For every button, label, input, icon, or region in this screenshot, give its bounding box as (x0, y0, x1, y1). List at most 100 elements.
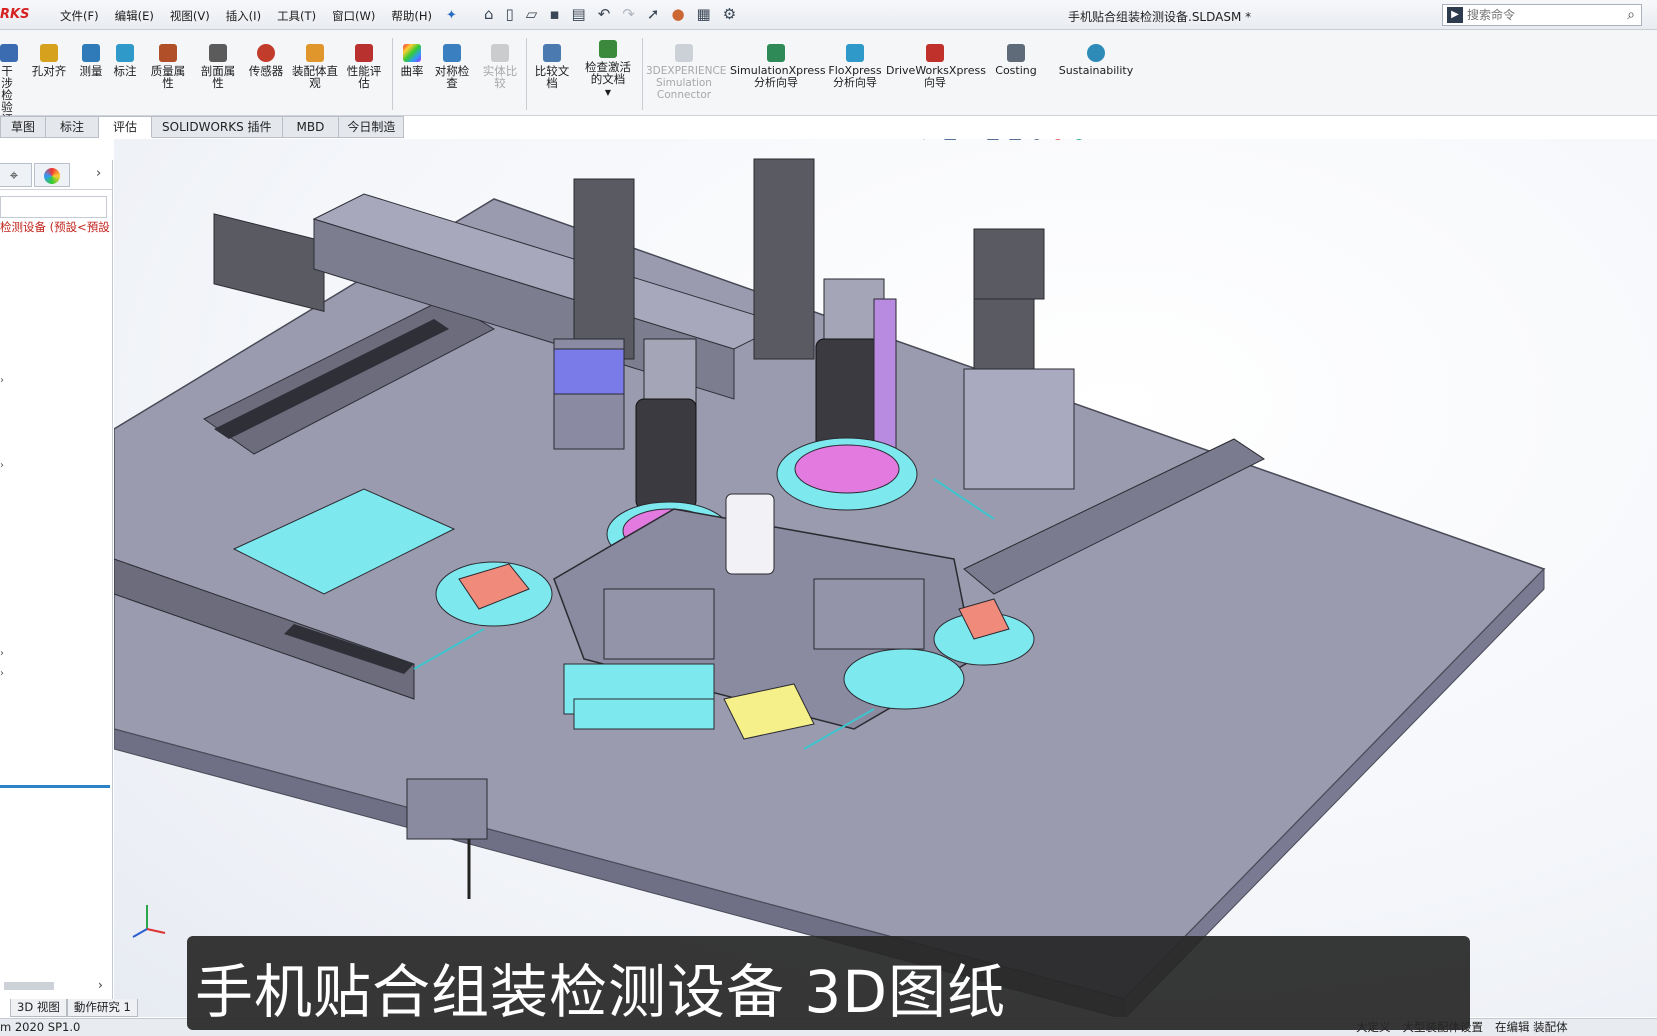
undo-icon[interactable]: ↶ (598, 5, 611, 23)
solidworks-window: RKS 文件(F) 编辑(E) 视图(V) 插入(I) 工具(T) 窗口(W) … (0, 0, 1657, 1036)
curvature-button[interactable]: 曲率 (396, 44, 428, 77)
sensor-icon (257, 44, 275, 62)
menu-insert[interactable]: 插入(I) (218, 8, 269, 24)
menu-help[interactable]: 帮助(H) (383, 8, 440, 24)
command-search-icon: ▶ (1447, 7, 1463, 23)
ribbon-label: 对称检查 (434, 64, 470, 90)
menu-tools[interactable]: 工具(T) (269, 8, 324, 24)
tab-3d-view[interactable]: 3D 视图 (10, 999, 67, 1017)
feature-manager-panel: ⌖ › 检测设备 (预設<預設 › › › › › (0, 160, 113, 1000)
configuration-manager-tab[interactable]: ⌖ (0, 163, 32, 187)
support-post (406, 778, 488, 840)
menu-view[interactable]: 视图(V) (162, 8, 218, 24)
sustainability-icon (1087, 44, 1105, 62)
tree-expander-icon[interactable]: › (0, 648, 4, 659)
home-icon[interactable]: ⌂ (484, 5, 494, 23)
left-motor (213, 213, 325, 312)
3dexperience-simulation-button[interactable]: 3DEXPERIENCE Simulation Connector (646, 44, 727, 101)
tab-markup[interactable]: 标注 (46, 116, 100, 138)
horizontal-scrollbar[interactable]: › (0, 978, 110, 993)
check-active-document-button[interactable]: 检查激活的文档 ▼ (580, 40, 636, 99)
performance-evaluation-icon (355, 44, 373, 62)
document-title: 手机贴合组装检测设备.SLDASM * (1068, 10, 1252, 24)
sustainability-button[interactable]: Sustainability (1056, 44, 1136, 77)
floxpress-button[interactable]: FloXpress 分析向导 (828, 44, 882, 89)
bottom-cyan-block-2 (573, 698, 715, 730)
graphics-area[interactable]: ⤓ ⌕ ⌕ ◤ ▣ ✎ ▧ ◧ ◉ ◕ ◑ ▭ (114, 139, 1657, 1017)
pin-icon[interactable]: ✦ (446, 8, 457, 23)
mass-properties-icon (159, 44, 177, 62)
costing-button[interactable]: Costing (990, 44, 1042, 77)
body-compare-button[interactable]: 实体比较 (480, 44, 520, 89)
save-icon[interactable]: ▪ (549, 5, 559, 23)
search-input[interactable] (1467, 8, 1607, 22)
section-properties-button[interactable]: 剖面属性 (196, 44, 240, 89)
tree-expander-icon[interactable]: › (0, 668, 4, 679)
options-gear-icon[interactable]: ⚙ (723, 5, 736, 23)
ribbon-label: 比较文档 (534, 64, 570, 90)
menu-bar: RKS 文件(F) 编辑(E) 视图(V) 插入(I) 工具(T) 窗口(W) … (0, 0, 1657, 30)
redo-icon[interactable]: ↷ (622, 5, 635, 23)
new-document-icon[interactable]: ▯ (506, 5, 514, 23)
open-icon[interactable]: ▱ (526, 5, 538, 23)
chevron-right-icon[interactable]: › (96, 166, 101, 181)
ribbon-separator (642, 38, 643, 110)
section-properties-icon (209, 44, 227, 62)
tab-mbd[interactable]: MBD (282, 116, 340, 138)
camera-lens (635, 398, 697, 510)
chevron-down-icon[interactable]: ▼ (605, 88, 611, 97)
tree-expander-icon[interactable]: › (0, 375, 4, 386)
driveworksxpress-icon (926, 44, 944, 62)
tab-evaluate[interactable]: 评估 (99, 116, 153, 138)
ribbon-label: 测量 (79, 64, 103, 78)
ribbon-label: 3DEXPERIENCE Simulation Connector (646, 65, 727, 101)
right-z-motor (973, 228, 1045, 300)
driveworksxpress-button[interactable]: DriveWorksXpress 向导 (886, 44, 986, 89)
print-icon[interactable]: ▤ (572, 5, 586, 23)
scrollbar-thumb[interactable] (4, 982, 54, 990)
menu-file[interactable]: 文件(F) (52, 8, 107, 24)
hole-alignment-button[interactable]: 孔对齐 (28, 44, 70, 77)
compare-documents-button[interactable]: 比较文档 (530, 44, 574, 89)
right-ring (843, 648, 965, 710)
tab-manufacturing[interactable]: 今日制造 (339, 116, 405, 138)
menu-window[interactable]: 窗口(W) (324, 8, 383, 24)
sensor-button[interactable]: 传感器 (244, 44, 288, 77)
ribbon-label: SimulationXpress 分析向导 (730, 64, 826, 89)
ribbon-label: 曲率 (400, 64, 424, 78)
tree-root-item[interactable]: 检测设备 (预設<預設 (0, 219, 110, 235)
ribbon-label: 标注 (113, 64, 137, 78)
display-manager-tab[interactable] (34, 163, 70, 187)
tab-sketch[interactable]: 草图 (0, 116, 47, 138)
measure-button[interactable]: 测量 (76, 44, 106, 77)
select-icon[interactable]: ➚ (647, 5, 660, 23)
performance-evaluation-button[interactable]: 性能评估 (342, 44, 386, 89)
z-axis-motor-2 (753, 158, 815, 360)
ribbon-label: 传感器 (248, 64, 284, 78)
ribbon-label: 剖面属性 (200, 64, 236, 90)
menu-edit[interactable]: 编辑(E) (107, 8, 162, 24)
rebuild-icon[interactable]: ● (671, 5, 684, 23)
file-properties-icon[interactable]: ▦ (697, 5, 711, 23)
body-compare-icon (491, 44, 509, 62)
mass-properties-button[interactable]: 质量属性 (146, 44, 190, 89)
crosshair-icon: ⌖ (9, 166, 19, 184)
tree-expander-icon[interactable]: › (0, 460, 4, 471)
scroll-right-icon[interactable]: › (98, 978, 103, 992)
tab-motion-study[interactable]: 動作研究 1 (66, 999, 138, 1017)
tab-solidworks-addins[interactable]: SOLIDWORKS 插件 (152, 116, 283, 138)
simulationxpress-button[interactable]: SimulationXpress 分析向导 (730, 44, 826, 89)
version-text: m 2020 SP1.0 (0, 1020, 81, 1034)
rotary-fixture (603, 588, 715, 660)
magnifier-icon[interactable]: ⌕ (1627, 7, 1635, 23)
simulationxpress-icon (767, 44, 785, 62)
app-logo[interactable]: RKS (0, 7, 29, 22)
assembly-visualization-button[interactable]: 装配体直观 (292, 44, 338, 89)
markup-button[interactable]: 标注 (110, 44, 140, 77)
assembly-model (114, 158, 1546, 1017)
floxpress-icon (846, 44, 864, 62)
symmetry-check-button[interactable]: 对称检查 (432, 44, 472, 89)
tree-filter-input[interactable] (0, 196, 107, 218)
interference-detection-button[interactable]: 干涉检验证 (0, 44, 22, 125)
hole-align-icon (40, 44, 58, 62)
